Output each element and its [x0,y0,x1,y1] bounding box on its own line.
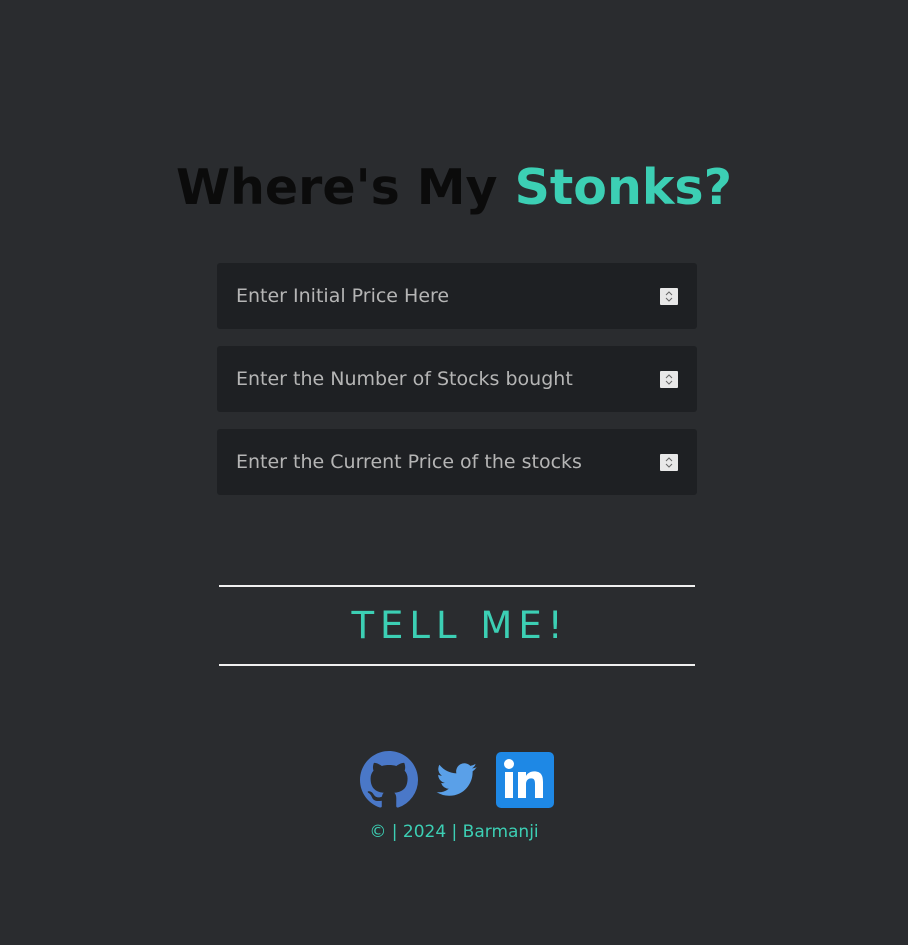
quantity-stepper[interactable] [660,371,678,388]
footer-copyright: © | 2024 | Barmanji [369,822,539,842]
page-title: Where's My Stonks? [0,159,908,217]
title-text: Where's My [176,158,498,216]
current-price-input[interactable] [217,429,637,495]
title-accent-text: Stonks? [514,158,732,216]
quantity-input[interactable] [217,346,637,412]
twitter-link[interactable] [436,763,478,801]
current-price-stepper[interactable] [660,454,678,471]
twitter-icon [436,763,477,796]
github-icon [360,751,418,808]
stepper-arrows-icon [665,457,673,468]
initial-price-stepper[interactable] [660,288,678,305]
stepper-arrows-icon [665,374,673,385]
github-link[interactable] [360,751,418,813]
stepper-arrows-icon [665,291,673,302]
linkedin-icon [496,752,554,808]
current-price-field [217,429,697,495]
linkedin-link[interactable] [496,752,554,812]
initial-price-field [217,263,697,329]
tell-me-button[interactable]: TELL ME! [219,585,695,666]
initial-price-input[interactable] [217,263,637,329]
quantity-field [217,346,697,412]
social-links [0,751,908,809]
